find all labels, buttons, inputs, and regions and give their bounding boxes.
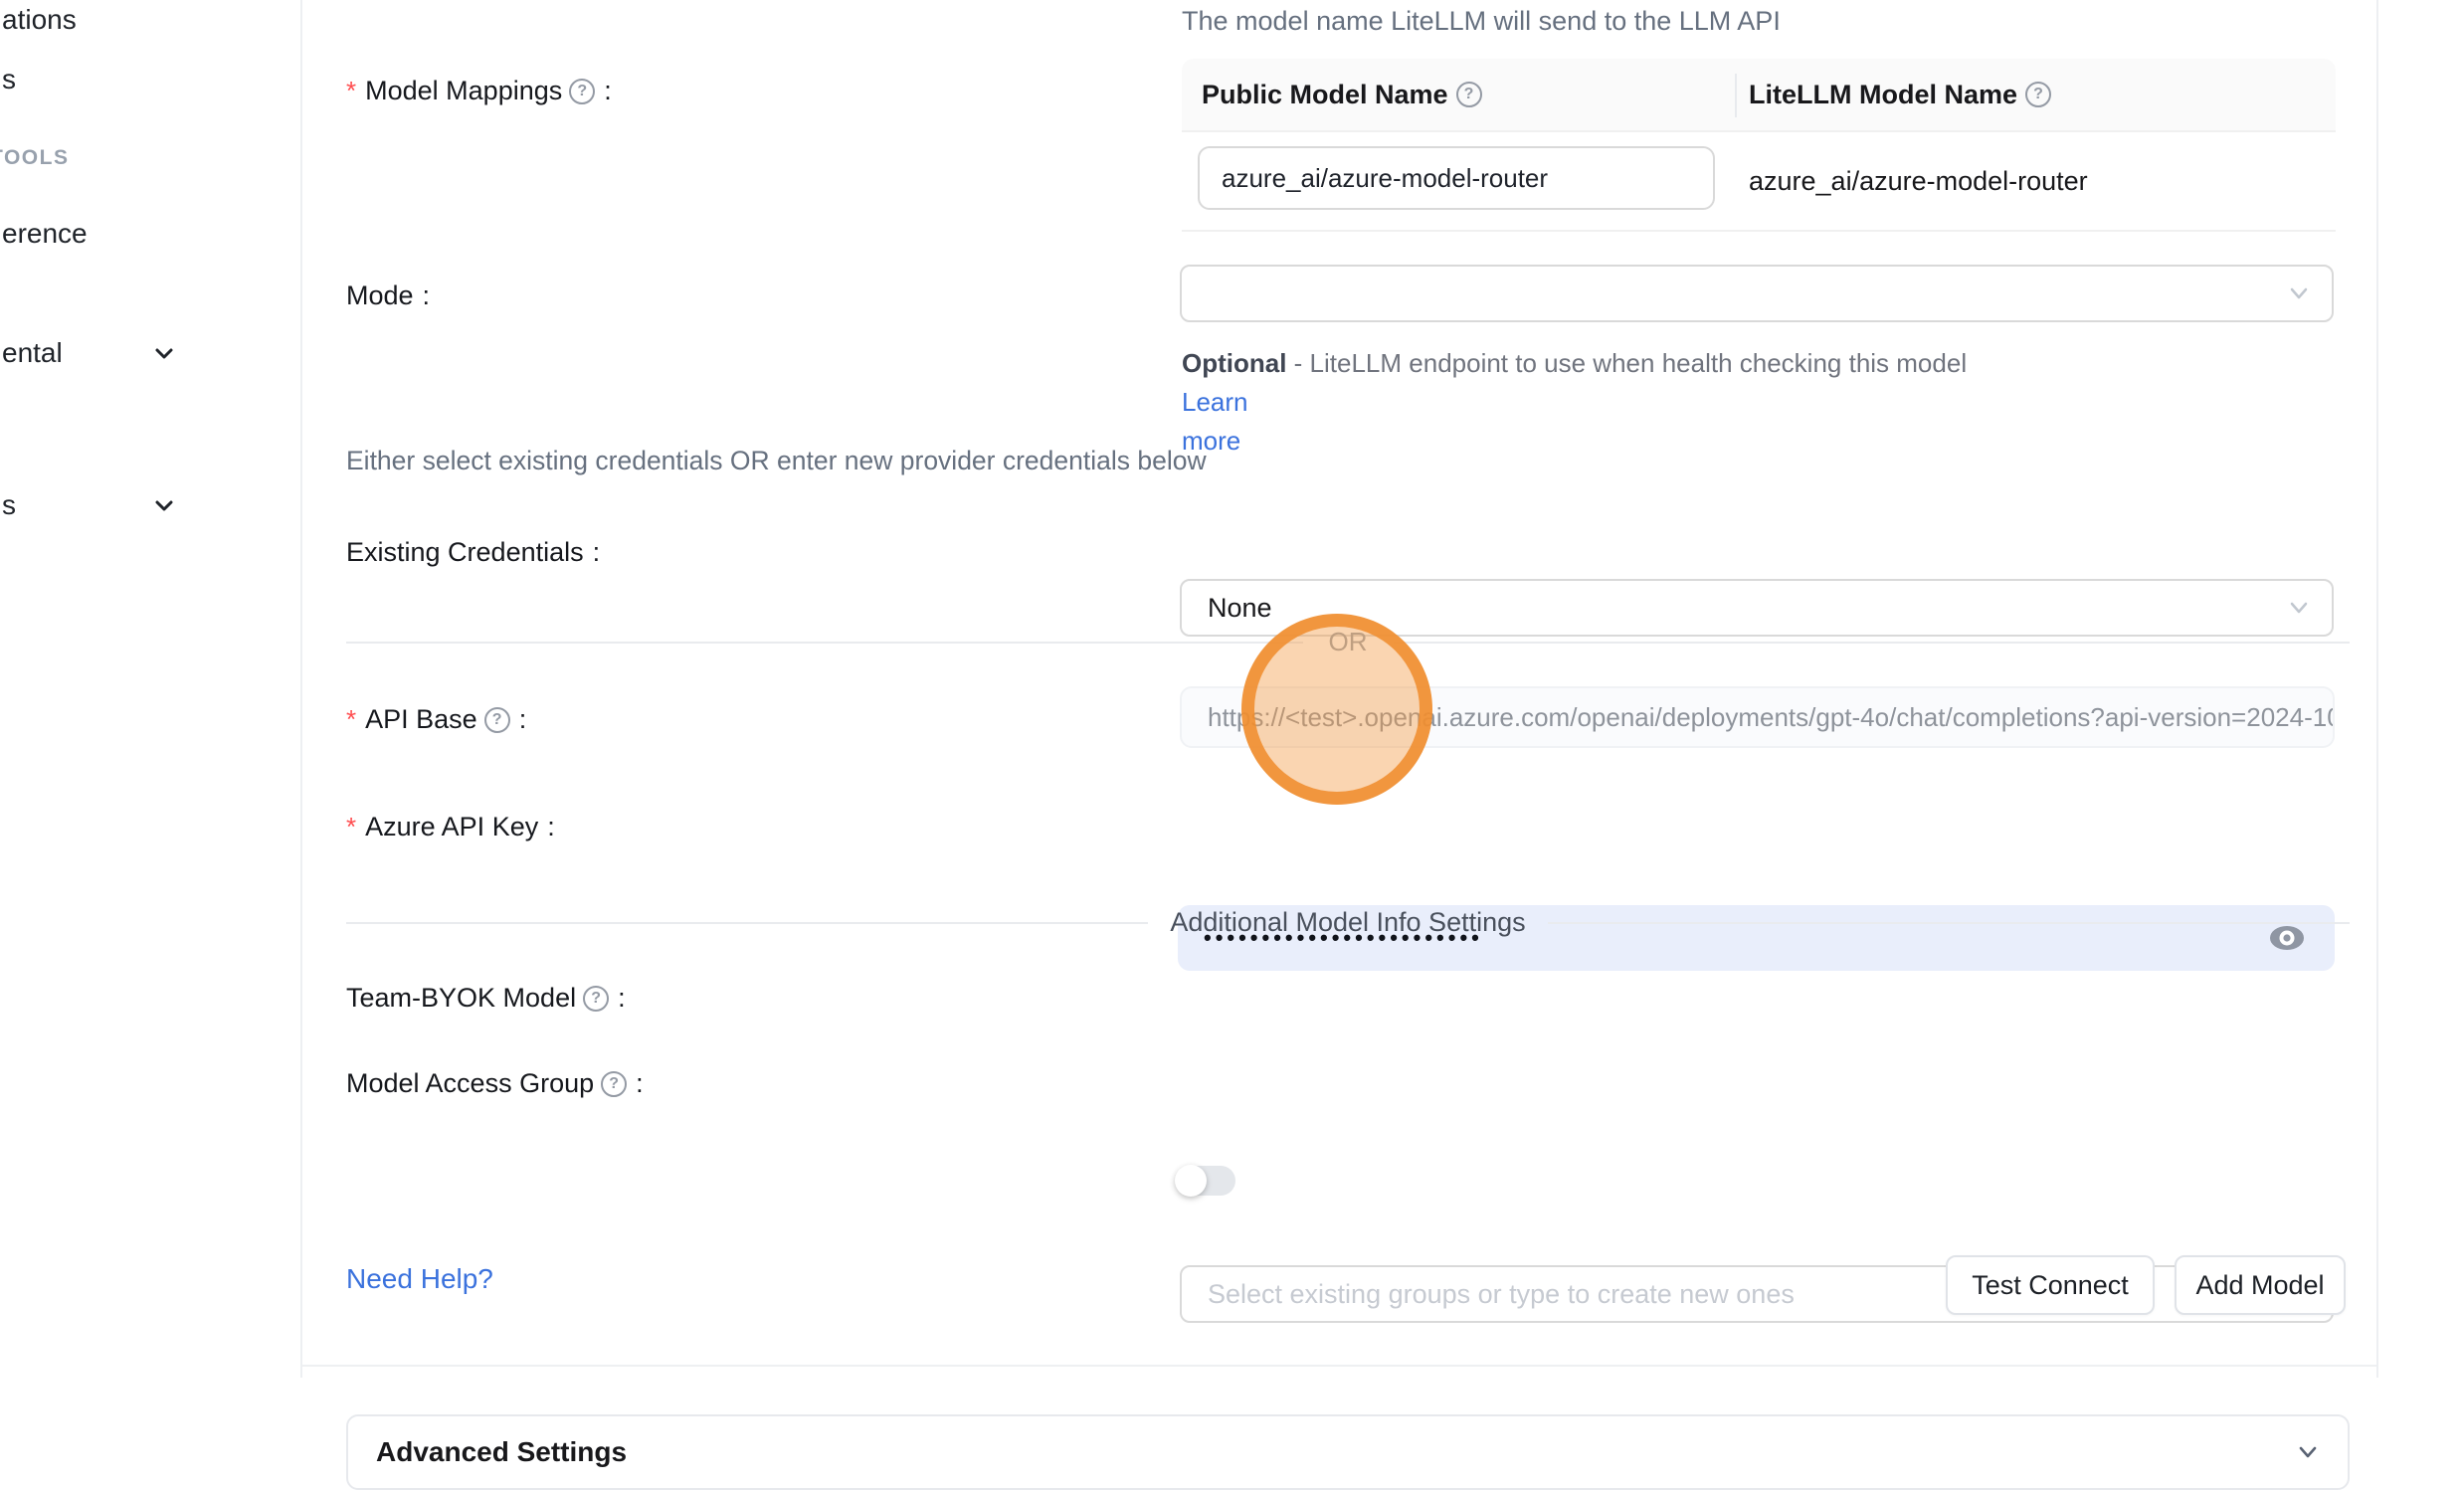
sidebar-item-truncated-3[interactable]: erence	[2, 218, 88, 250]
required-asterisk: *	[346, 812, 356, 842]
chevron-down-icon[interactable]	[149, 491, 179, 521]
existing-credentials-label: Existing Credentials:	[346, 537, 600, 568]
azure-api-key-label: * Azure API Key :	[346, 812, 555, 842]
litellm-model-name-hint: The model name LiteLLM will send to the …	[1182, 6, 1781, 37]
public-model-name-input[interactable]	[1198, 146, 1715, 210]
column-header-public-model-name: Public Model Name ?	[1182, 80, 1735, 110]
credentials-note: Either select existing credentials OR en…	[346, 446, 1207, 476]
team-byok-label: Team-BYOK Model ? :	[346, 983, 626, 1014]
column-header-litellm-model-name: LiteLLM Model Name ?	[1735, 80, 2051, 110]
learn-more-link[interactable]: Learn	[1182, 387, 1248, 417]
chevron-down-icon	[2286, 595, 2312, 621]
test-connect-button[interactable]: Test Connect	[1946, 1255, 2155, 1315]
help-circle-icon[interactable]: ?	[484, 707, 510, 733]
litellm-model-name-value: azure_ai/azure-model-router	[1749, 132, 2088, 230]
mode-select[interactable]	[1180, 265, 2334, 322]
add-model-button[interactable]: Add Model	[2175, 1255, 2346, 1315]
table-row: azure_ai/azure-model-router	[1182, 132, 2336, 232]
advanced-settings-panel[interactable]: Advanced Settings	[346, 1414, 2350, 1490]
add-model-form: The model name LiteLLM will send to the …	[300, 0, 2378, 1378]
model-mappings-label: * Model Mappings ? :	[346, 76, 612, 106]
toggle-knob	[1175, 1165, 1207, 1197]
sidebar: ations s TOOLS erence ental s	[0, 0, 300, 1378]
card-bottom-border	[302, 1365, 2376, 1367]
header-column-divider	[1735, 74, 1737, 117]
advanced-settings-title: Advanced Settings	[376, 1436, 627, 1468]
mode-label: Mode:	[346, 280, 430, 311]
mode-help-text: Optional - LiteLLM endpoint to use when …	[1182, 344, 2037, 461]
existing-credentials-value: None	[1208, 593, 1272, 624]
sidebar-item-truncated-2[interactable]: s	[2, 64, 16, 95]
additional-settings-divider: Additional Model Info Settings	[346, 907, 2350, 938]
model-access-group-placeholder: Select existing groups or type to create…	[1208, 1279, 1795, 1310]
model-access-group-select[interactable]: Select existing groups or type to create…	[1180, 1265, 2334, 1323]
required-asterisk: *	[346, 76, 356, 106]
sidebar-item-truncated-4[interactable]: ental	[2, 337, 63, 369]
chevron-down-icon[interactable]	[149, 339, 179, 369]
required-asterisk: *	[346, 704, 356, 735]
table-header-row: Public Model Name ? LiteLLM Model Name ?	[1182, 59, 2336, 132]
help-circle-icon[interactable]: ?	[583, 986, 609, 1012]
api-base-input[interactable]: https://<test>.openai.azure.com/openai/d…	[1180, 686, 2335, 748]
model-access-group-label: Model Access Group ? :	[346, 1068, 644, 1099]
sidebar-item-truncated-1[interactable]: ations	[2, 4, 77, 36]
team-byok-toggle[interactable]	[1176, 1166, 1235, 1196]
help-circle-icon[interactable]: ?	[1456, 82, 1482, 107]
help-circle-icon[interactable]: ?	[2025, 82, 2051, 107]
or-divider-text: OR	[1303, 627, 1394, 657]
model-mappings-table: Public Model Name ? LiteLLM Model Name ?…	[1182, 59, 2336, 232]
help-circle-icon[interactable]: ?	[569, 79, 595, 104]
api-base-label: * API Base ? :	[346, 704, 526, 735]
chevron-down-icon	[2286, 280, 2312, 306]
need-help-link[interactable]: Need Help?	[346, 1263, 493, 1295]
sidebar-section-tools: TOOLS	[0, 146, 69, 170]
chevron-down-icon	[2294, 1438, 2322, 1466]
or-divider: OR	[346, 627, 2350, 657]
sidebar-item-truncated-5[interactable]: s	[2, 489, 16, 521]
additional-settings-divider-text: Additional Model Info Settings	[1148, 907, 1547, 938]
help-circle-icon[interactable]: ?	[601, 1071, 627, 1097]
